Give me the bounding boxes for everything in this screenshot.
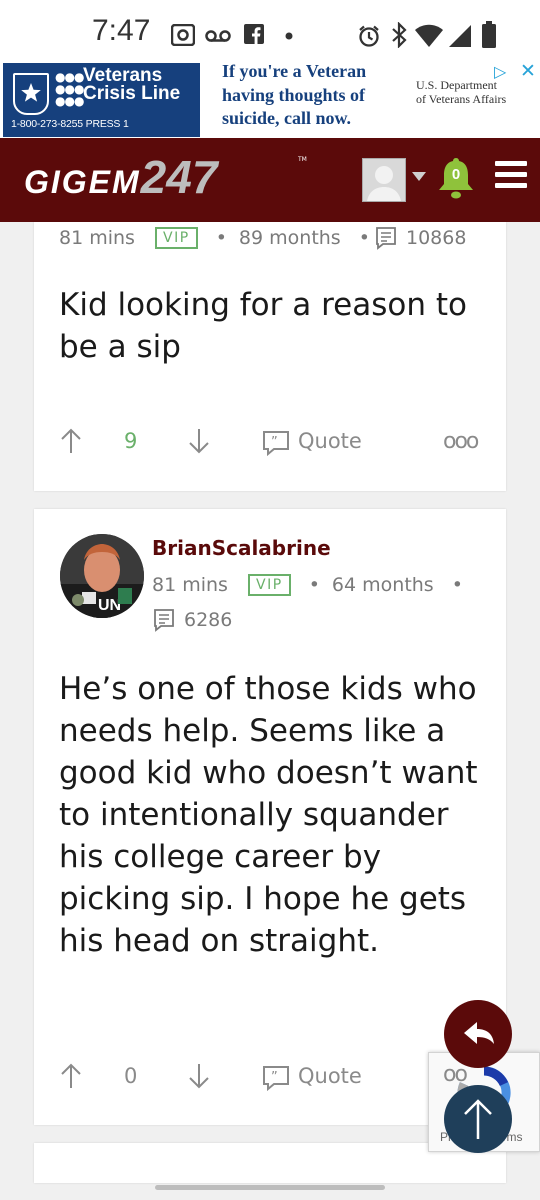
separator-dot: • — [308, 574, 320, 596]
post-meta: 81 mins VIP • 89 months • — [59, 227, 382, 249]
svg-text:UN: UN — [98, 597, 121, 614]
vip-badge: VIP — [248, 574, 291, 596]
ad-banner[interactable]: ●●● ●●● ●●● Veterans Crisis Line 1-800-273… — [0, 60, 540, 138]
home-indicator[interactable] — [155, 1185, 385, 1190]
upvote-count: 9 — [124, 429, 138, 453]
arrow-up-icon — [464, 1099, 492, 1139]
site-logo[interactable]: GIGEM247 — [24, 150, 217, 204]
status-time: 7:47 — [92, 14, 151, 47]
quote-icon[interactable]: ” — [262, 1065, 290, 1091]
post-body: He’s one of those kids who needs help. S… — [59, 671, 478, 959]
bluetooth-icon — [392, 22, 407, 48]
ad-close-icon[interactable]: ✕ — [520, 60, 536, 82]
ad-choices-icon[interactable]: ▷ — [494, 62, 506, 81]
status-bar: 7:47 — [0, 0, 540, 60]
separator-dot: • — [358, 227, 370, 249]
quote-button[interactable]: Quote — [298, 429, 362, 453]
quote-button[interactable]: Quote — [298, 1064, 362, 1088]
facebook-icon — [244, 24, 264, 44]
post-time: 81 mins — [59, 227, 135, 249]
post-tenure: 89 months — [238, 227, 341, 249]
upvote-icon[interactable] — [60, 428, 82, 454]
camera-notification-icon — [171, 24, 195, 46]
post-tenure: 64 months — [331, 574, 434, 596]
svg-text:”: ” — [271, 1070, 278, 1085]
post-count-icon — [376, 227, 396, 250]
separator-dot: • — [451, 574, 463, 596]
ad-message[interactable]: If you're a Veteran having thoughts of s… — [222, 60, 402, 131]
notification-dot-icon — [285, 32, 293, 40]
trademark-icon: TM — [298, 156, 307, 163]
alarm-icon — [359, 25, 379, 47]
post-meta: 81 mins VIP • 64 months • — [152, 574, 475, 596]
more-options-icon[interactable]: ooo — [443, 429, 479, 454]
user-avatar-button[interactable] — [362, 158, 406, 202]
post-count: 10868 — [406, 227, 467, 249]
ad-crisis-line-block[interactable]: ●●● ●●● ●●● Veterans Crisis Line 1-800-273… — [3, 63, 200, 137]
downvote-icon[interactable] — [188, 428, 210, 454]
site-logo-number: 247 — [140, 151, 218, 203]
signal-icon — [449, 25, 471, 47]
reply-icon — [464, 1022, 494, 1044]
post-count-icon — [154, 609, 174, 632]
upvote-icon[interactable] — [60, 1063, 82, 1089]
voicemail-icon — [205, 30, 231, 42]
ad-crisis-line-title: Veterans Crisis Line — [83, 65, 181, 104]
dots-icon: ●●● ●●● ●●● — [55, 70, 84, 108]
svg-text:”: ” — [271, 435, 278, 450]
post-time: 81 mins — [152, 574, 228, 596]
post-count: 6286 — [184, 609, 233, 631]
scroll-to-top-button[interactable] — [444, 1085, 512, 1153]
avatar[interactable]: UN — [60, 534, 144, 618]
ad-sponsor: U.S. Department of Veterans Affairs — [416, 78, 507, 106]
notification-count: 0 — [451, 166, 461, 183]
chevron-down-icon[interactable] — [412, 172, 426, 181]
star-shield-icon — [13, 73, 49, 115]
separator-dot: • — [215, 227, 227, 249]
username-link[interactable]: BrianScalabrine — [152, 536, 331, 560]
post-body: Kid looking for a reason to be a sip — [59, 287, 467, 365]
battery-icon — [482, 21, 496, 48]
vip-badge: VIP — [155, 227, 198, 249]
site-logo-text: GIGEM — [24, 164, 141, 200]
downvote-icon[interactable] — [188, 1063, 210, 1089]
ad-crisis-phone: 1-800-273-8255 PRESS 1 — [11, 118, 129, 130]
hamburger-menu-icon[interactable] — [495, 161, 527, 189]
upvote-count: 0 — [124, 1064, 138, 1088]
reply-button[interactable] — [444, 1000, 512, 1068]
quote-icon[interactable]: ” — [262, 430, 290, 456]
wifi-icon — [415, 24, 443, 47]
